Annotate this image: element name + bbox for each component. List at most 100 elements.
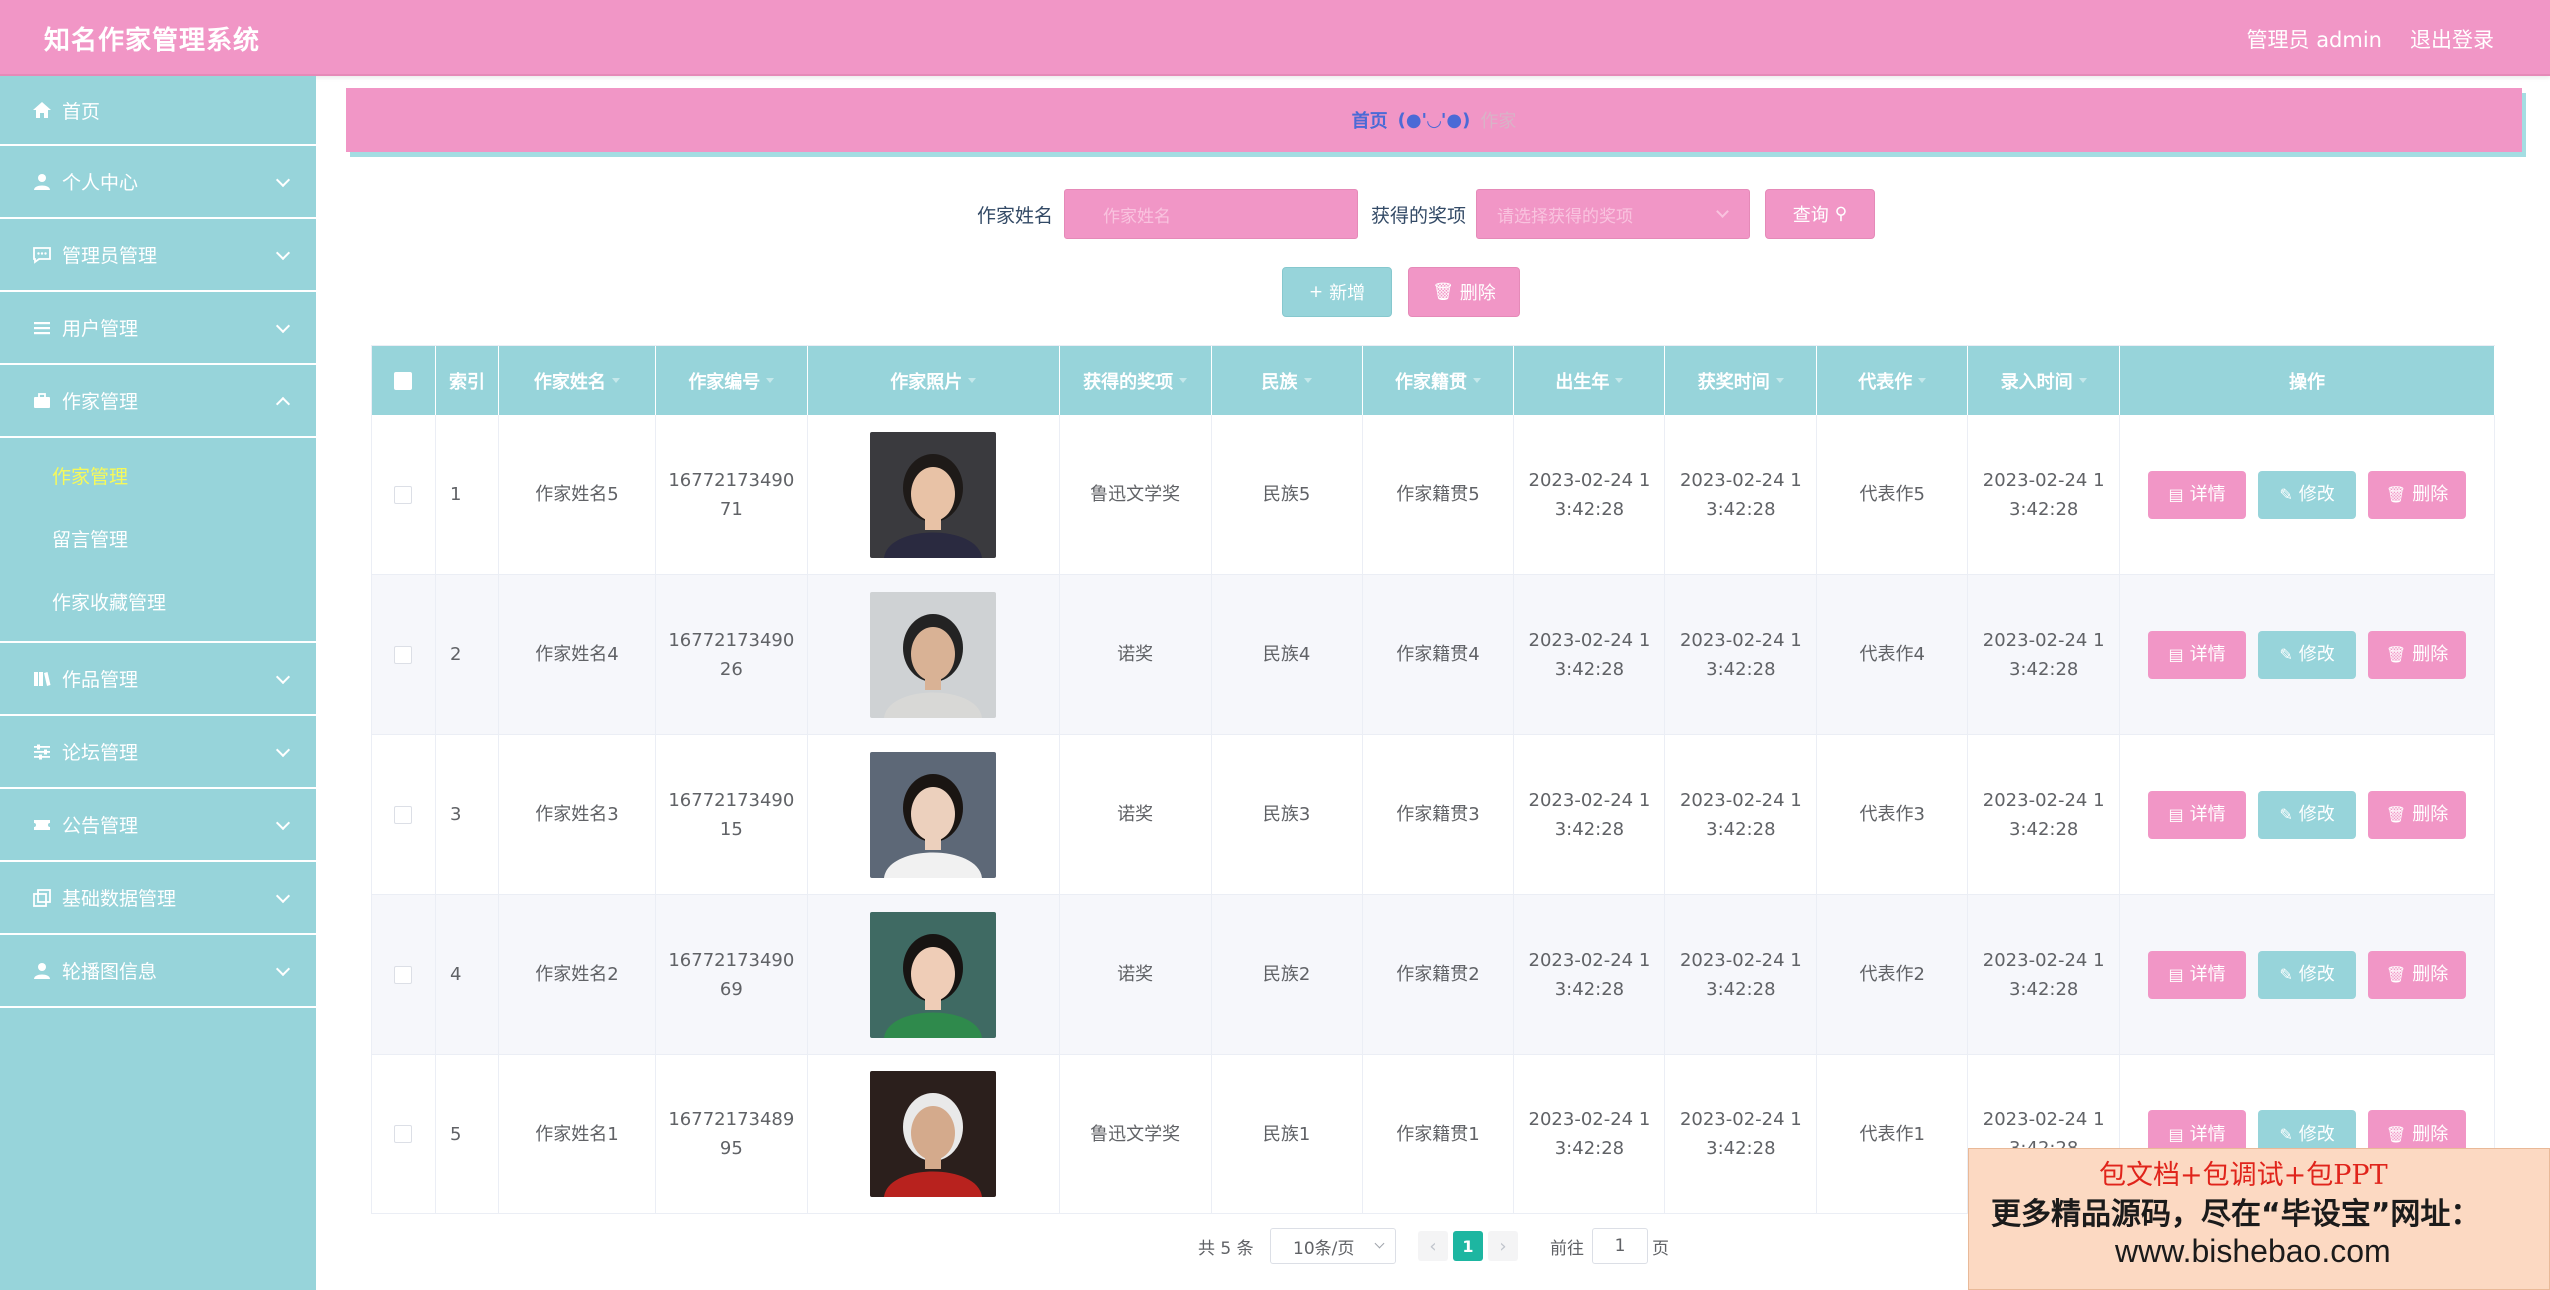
- sidebar-subitem-favorites[interactable]: 作家收藏管理: [0, 570, 316, 633]
- select-all-checkbox[interactable]: [394, 371, 413, 390]
- th-code[interactable]: 作家编号: [656, 346, 808, 415]
- pagination-total: 共 5 条: [1198, 1239, 1254, 1259]
- writers-submenu: 作家管理 留言管理 作家收藏管理: [0, 438, 316, 643]
- cell-work: 代表作1: [1817, 1055, 1969, 1213]
- cell-award: 诺奖: [1060, 735, 1212, 894]
- edit-button[interactable]: ✎ 修改: [2258, 950, 2357, 999]
- goto-page-input[interactable]: 1: [1592, 1228, 1648, 1264]
- sidebar-item-works[interactable]: 作品管理: [0, 643, 316, 716]
- cell-origin: 作家籍贯2: [1363, 895, 1515, 1054]
- add-button[interactable]: + 新增: [1282, 267, 1392, 317]
- delete-button[interactable]: 🗑 删除: [2368, 470, 2467, 519]
- cell-entry-time: 2023-02-24 13:42:28: [1968, 895, 2121, 1054]
- book-icon: [32, 669, 52, 689]
- writer-photo[interactable]: [870, 431, 997, 558]
- sidebar-subitem-messages[interactable]: 留言管理: [0, 507, 316, 570]
- edit-button[interactable]: ✎ 修改: [2258, 630, 2357, 679]
- sort-icon: [1303, 378, 1312, 383]
- row-checkbox[interactable]: [394, 805, 413, 824]
- th-entry-time[interactable]: 录入时间: [1968, 346, 2121, 415]
- row-checkbox[interactable]: [394, 645, 413, 664]
- table-row: 3 作家姓名3 1677217349015 诺奖 民族3 作家籍贯3 2023-…: [372, 735, 2495, 895]
- sidebar-item-label: 基础数据管理: [62, 888, 177, 910]
- writer-photo[interactable]: [870, 911, 997, 1038]
- next-page-button[interactable]: ›: [1488, 1231, 1518, 1261]
- delete-button[interactable]: 🗑 删除: [2368, 790, 2467, 839]
- sidebar-item-users[interactable]: 用户管理: [0, 292, 316, 365]
- detail-button[interactable]: ▤ 详情: [2148, 950, 2247, 999]
- table-row: 2 作家姓名4 1677217349026 诺奖 民族4 作家籍贯4 2023-…: [372, 575, 2495, 735]
- detail-button[interactable]: ▤ 详情: [2148, 790, 2247, 839]
- breadcrumb-home[interactable]: 首页: [1352, 107, 1388, 133]
- document-icon: ▤: [2168, 645, 2184, 664]
- cell-origin: 作家籍贯4: [1363, 575, 1515, 734]
- sidebar-item-label: 作品管理: [62, 669, 139, 691]
- document-icon: ▤: [2168, 805, 2184, 824]
- chevron-down-icon: [275, 815, 291, 830]
- cell-birth: 2023-02-24 13:42:28: [1514, 735, 1666, 894]
- th-ethnic[interactable]: 民族: [1212, 346, 1363, 415]
- sidebar-item-home[interactable]: 首页: [0, 76, 316, 146]
- sidebar-item-basic-data[interactable]: 基础数据管理: [0, 862, 316, 935]
- th-birth[interactable]: 出生年: [1514, 346, 1666, 415]
- writer-photo[interactable]: [870, 591, 997, 718]
- th-photo[interactable]: 作家照片: [808, 346, 1060, 415]
- document-icon: ▤: [2168, 965, 2184, 984]
- th-origin[interactable]: 作家籍贯: [1363, 346, 1515, 415]
- page-size-value: 10条/页: [1293, 1238, 1355, 1259]
- sidebar-item-label: 首页: [62, 100, 101, 123]
- delete-button[interactable]: 🗑 删除: [2368, 950, 2467, 999]
- writer-photo[interactable]: [870, 751, 997, 878]
- cell-name: 作家姓名2: [499, 895, 656, 1054]
- row-checkbox[interactable]: [394, 485, 413, 504]
- award-select[interactable]: 请选择获得的奖项: [1476, 189, 1750, 239]
- th-work[interactable]: 代表作: [1817, 346, 1969, 415]
- logout-link[interactable]: 退出登录: [2410, 24, 2494, 54]
- cell-entry-time: 2023-02-24 13:42:28: [1968, 575, 2121, 734]
- detail-button[interactable]: ▤ 详情: [2148, 630, 2247, 679]
- cell-index: 2: [436, 575, 499, 734]
- sort-icon: [1179, 378, 1188, 383]
- page-number-current[interactable]: 1: [1453, 1231, 1483, 1261]
- sidebar-item-writers[interactable]: 作家管理: [0, 365, 316, 438]
- writer-name-input[interactable]: 作家姓名: [1064, 189, 1358, 239]
- pencil-icon: ✎: [2279, 965, 2293, 984]
- trash-icon: 🗑: [2385, 485, 2407, 504]
- detail-button[interactable]: ▤ 详情: [2148, 470, 2247, 519]
- sidebar-item-carousel[interactable]: 轮播图信息: [0, 935, 316, 1008]
- page-size-select[interactable]: 10条/页: [1270, 1228, 1396, 1264]
- sidebar-item-forum[interactable]: 论坛管理: [0, 716, 316, 789]
- table-header: 索引 作家姓名 作家编号 作家照片 获得的奖项 民族 作家籍贯 出生年 获奖时间…: [372, 346, 2495, 415]
- row-checkbox[interactable]: [394, 1125, 413, 1143]
- writer-photo[interactable]: [870, 1071, 997, 1197]
- th-award[interactable]: 获得的奖项: [1060, 346, 1212, 415]
- cell-origin: 作家籍贯5: [1363, 415, 1515, 574]
- current-user: 管理员 admin: [2246, 28, 2382, 52]
- delete-button[interactable]: 🗑 删除: [2368, 630, 2467, 679]
- cell-code: 1677217349071: [656, 415, 808, 574]
- cell-index: 4: [436, 895, 499, 1054]
- prev-page-button[interactable]: ‹: [1418, 1231, 1448, 1261]
- sidebar-item-notices[interactable]: 公告管理: [0, 789, 316, 862]
- row-checkbox[interactable]: [394, 965, 413, 984]
- cell-ethnic: 民族1: [1212, 1055, 1363, 1213]
- th-award-time[interactable]: 获奖时间: [1665, 346, 1818, 415]
- sliders-icon: [32, 742, 52, 762]
- cell-photo: [808, 735, 1060, 894]
- cell-birth: 2023-02-24 13:42:28: [1514, 415, 1666, 574]
- query-button[interactable]: 查询 ⚲: [1765, 189, 1875, 239]
- app-title: 知名作家管理系统: [44, 26, 261, 56]
- add-button-label: 新增: [1329, 283, 1366, 304]
- cell-index: 3: [436, 735, 499, 894]
- batch-delete-button[interactable]: 🗑 删除: [1408, 267, 1520, 317]
- sidebar-subitem-writer-manage[interactable]: 作家管理: [0, 444, 316, 507]
- pencil-icon: ✎: [2279, 645, 2293, 664]
- edit-button[interactable]: ✎ 修改: [2258, 790, 2357, 839]
- cell-photo: [808, 575, 1060, 734]
- cell-ethnic: 民族5: [1212, 415, 1363, 574]
- th-name[interactable]: 作家姓名: [499, 346, 656, 415]
- row-select-cell: [372, 735, 436, 894]
- edit-button[interactable]: ✎ 修改: [2258, 470, 2357, 519]
- cell-ethnic: 民族4: [1212, 575, 1363, 734]
- cell-name: 作家姓名5: [499, 415, 656, 574]
